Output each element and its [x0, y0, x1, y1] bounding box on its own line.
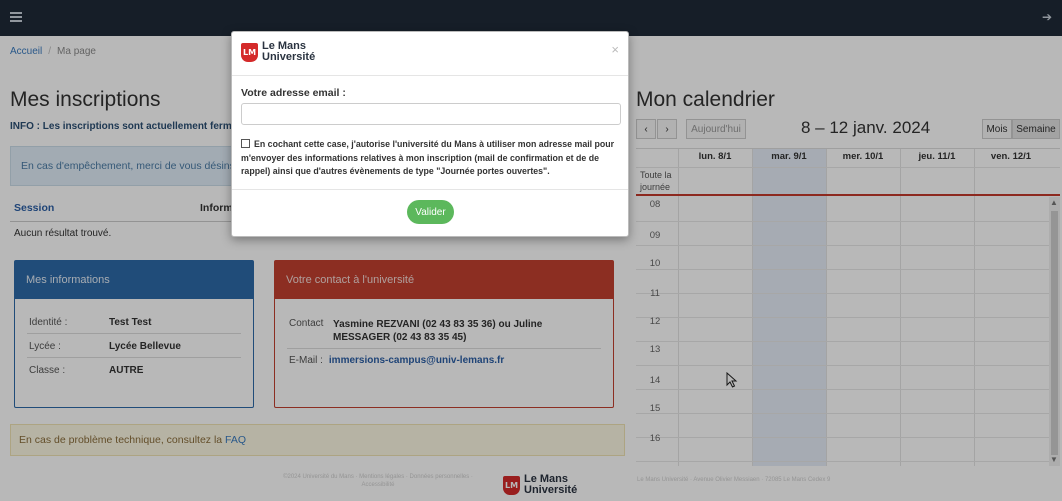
email-label: Votre adresse email : — [241, 87, 346, 99]
modal-header: LM Le Mans Université × — [232, 32, 628, 76]
submit-button[interactable]: Valider — [407, 200, 454, 224]
consent-text[interactable]: En cochant cette case, j'autorise l'univ… — [241, 139, 614, 176]
close-icon[interactable]: × — [611, 42, 619, 57]
modal-divider — [232, 189, 628, 190]
university-crest-icon: LM — [241, 42, 258, 62]
consent-checkbox[interactable] — [241, 139, 250, 148]
consent-row: En cochant cette case, j'autorise l'univ… — [241, 138, 625, 179]
modal-university-logo: LM Le Mans Université — [241, 41, 315, 63]
email-consent-modal: LM Le Mans Université × Votre adresse ema… — [231, 31, 629, 237]
logo-line-2: Université — [262, 51, 316, 63]
email-input[interactable] — [241, 103, 621, 125]
